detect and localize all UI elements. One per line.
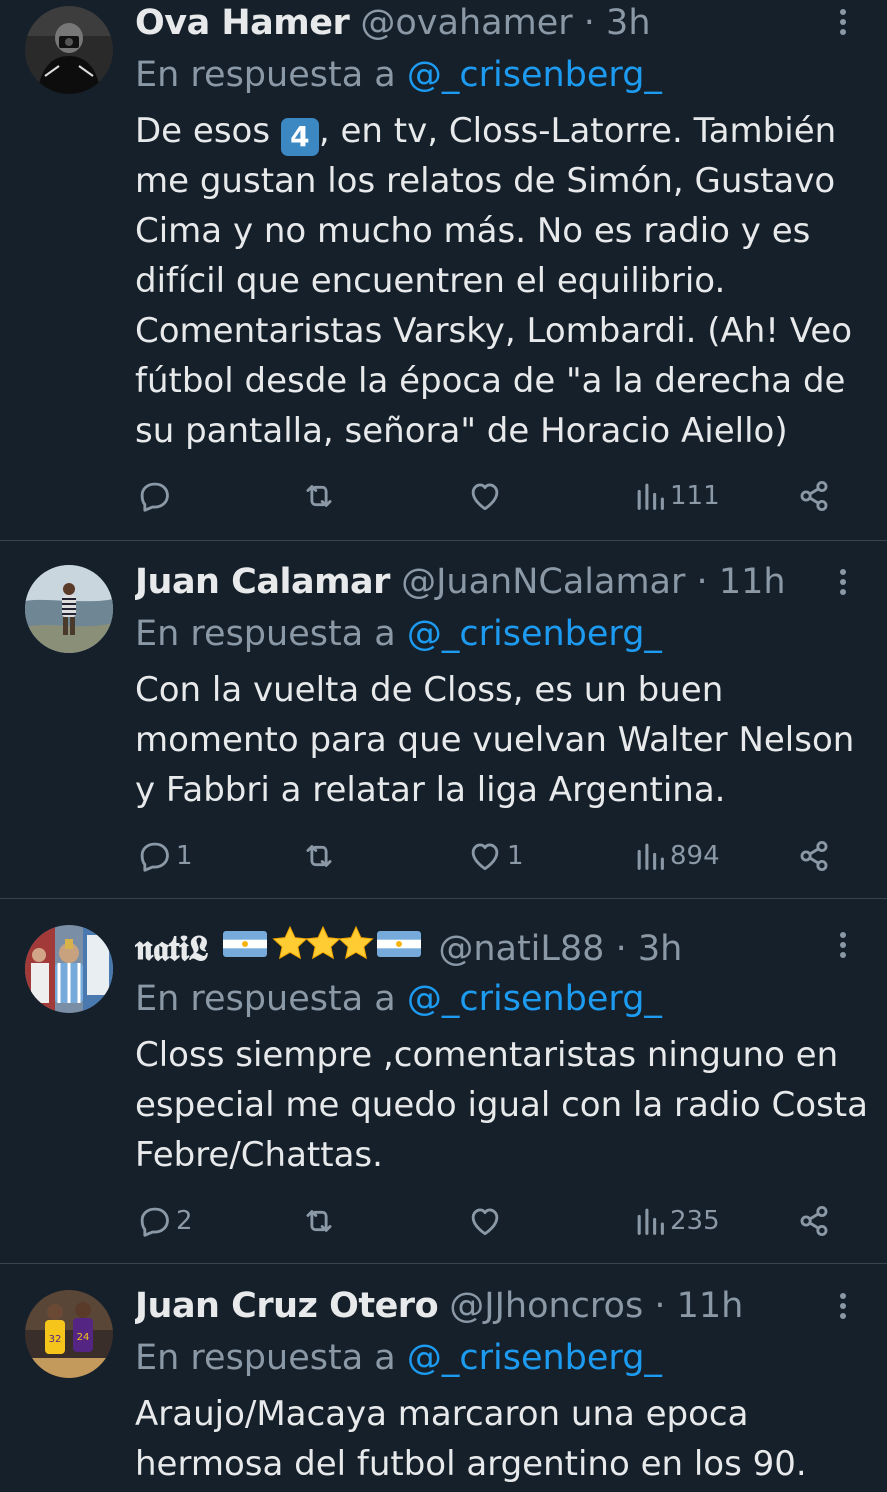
- views-button[interactable]: 111: [633, 474, 720, 518]
- timestamp[interactable]: 3h: [606, 3, 650, 43]
- more-options-icon[interactable]: [831, 1286, 855, 1326]
- tweet-header: Juan Calamar @JuanNCalamar · 11h: [135, 559, 817, 605]
- display-name[interactable]: Juan Cruz Otero: [135, 1286, 439, 1326]
- views-button[interactable]: 894: [633, 834, 720, 878]
- reply-context: En respuesta a @_crisenberg_: [135, 52, 662, 98]
- timestamp[interactable]: 11h: [677, 1286, 744, 1326]
- tweet-header: 𝖓𝖆𝖙𝖎𝕷 @natiL88 · 3h: [135, 925, 817, 971]
- reply-context: En respuesta a @_crisenberg_: [135, 1335, 662, 1381]
- svg-text:32: 32: [49, 1334, 62, 1345]
- reply-mention[interactable]: @_crisenberg_: [407, 614, 662, 654]
- tweet-text: Araujo/Macaya marcaron una epoca hermosa…: [135, 1394, 807, 1484]
- views-icon: [633, 1202, 667, 1240]
- timestamp[interactable]: 3h: [638, 929, 682, 969]
- more-options-icon[interactable]: [831, 2, 855, 42]
- user-handle[interactable]: @JuanNCalamar: [401, 562, 685, 602]
- reply-count: 1: [176, 841, 193, 871]
- reply-context: En respuesta a @_crisenberg_: [135, 611, 662, 657]
- avatar[interactable]: [25, 6, 113, 94]
- separator-dot: ·: [583, 3, 595, 43]
- tweet-text-rest: , en tv, Closs-Latorre. También me gusta…: [135, 111, 853, 451]
- reply-prefix: En respuesta a: [135, 979, 407, 1019]
- share-icon: [795, 477, 833, 515]
- name-emoji-flags: [223, 925, 423, 971]
- reply-icon: [135, 477, 173, 515]
- action-bar: 1 1 894: [135, 834, 855, 878]
- star-icon: [272, 925, 308, 960]
- share-button[interactable]: [795, 834, 833, 878]
- separator-dot: ·: [654, 1286, 666, 1326]
- views-icon: [633, 477, 667, 515]
- more-options-icon[interactable]: [831, 562, 855, 602]
- views-count: 235: [670, 1206, 720, 1236]
- timestamp[interactable]: 11h: [719, 562, 786, 602]
- views-button[interactable]: 235: [633, 1199, 720, 1243]
- views-icon: [633, 837, 667, 875]
- more-options-icon[interactable]: [831, 925, 855, 965]
- tweet-text: Con la vuelta de Closs, es un buen momen…: [135, 670, 855, 810]
- reply-button[interactable]: 1: [135, 834, 193, 878]
- tweet-text-start: De esos: [135, 111, 281, 151]
- tweet[interactable]: Ova Hamer @ovahamer · 3h En respuesta a …: [0, 0, 887, 540]
- retweet-icon: [300, 837, 338, 875]
- tweet[interactable]: 32 24 Juan Cruz Otero @JJhoncros · 11h E…: [0, 1264, 887, 1492]
- like-button[interactable]: [466, 1199, 507, 1243]
- retweet-button[interactable]: [300, 834, 341, 878]
- like-icon: [466, 1202, 504, 1240]
- separator-dot: ·: [696, 562, 708, 602]
- retweet-button[interactable]: [300, 474, 341, 518]
- avatar[interactable]: [25, 925, 113, 1013]
- reply-button[interactable]: [135, 474, 176, 518]
- user-handle[interactable]: @JJhoncros: [449, 1286, 643, 1326]
- reply-count: 2: [176, 1206, 193, 1236]
- views-count: 111: [670, 481, 720, 511]
- like-button[interactable]: 1: [466, 834, 524, 878]
- reply-prefix: En respuesta a: [135, 55, 407, 95]
- views-count: 894: [670, 841, 720, 871]
- reply-mention[interactable]: @_crisenberg_: [407, 979, 662, 1019]
- like-count: 1: [507, 841, 524, 871]
- display-name[interactable]: Ova Hamer: [135, 3, 350, 43]
- retweet-icon: [300, 477, 338, 515]
- share-button[interactable]: [795, 474, 833, 518]
- user-handle[interactable]: @natiL88: [438, 929, 604, 969]
- reply-mention[interactable]: @_crisenberg_: [407, 1338, 662, 1378]
- user-handle[interactable]: @ovahamer: [360, 3, 572, 43]
- reply-prefix: En respuesta a: [135, 614, 407, 654]
- argentina-flag-icon: [223, 931, 268, 957]
- keycap-emoji: 4: [280, 118, 319, 156]
- display-name[interactable]: Juan Calamar: [135, 562, 390, 602]
- action-bar: 111: [135, 474, 855, 518]
- reply-icon: [135, 1202, 173, 1240]
- like-icon: [466, 837, 504, 875]
- tweet-text: Closs siempre ,comentaristas ninguno en …: [135, 1035, 868, 1175]
- tweet-header: Ova Hamer @ovahamer · 3h: [135, 0, 817, 46]
- share-icon: [795, 837, 833, 875]
- tweet[interactable]: Juan Calamar @JuanNCalamar · 11h En resp…: [0, 541, 887, 898]
- reply-prefix: En respuesta a: [135, 1338, 407, 1378]
- avatar[interactable]: [25, 565, 113, 653]
- argentina-flag-icon: [377, 931, 422, 957]
- avatar[interactable]: 32 24: [25, 1290, 113, 1378]
- replies-feed: Ova Hamer @ovahamer · 3h En respuesta a …: [0, 0, 887, 1492]
- separator-dot: ·: [615, 929, 627, 969]
- retweet-button[interactable]: [300, 1199, 341, 1243]
- tweet[interactable]: 𝖓𝖆𝖙𝖎𝕷 @natiL88 · 3h En respuesta a @_cri…: [0, 899, 887, 1263]
- like-button[interactable]: [466, 474, 507, 518]
- svg-text:24: 24: [77, 1332, 90, 1343]
- tweet-text: De esos 4, en tv, Closs-Latorre. También…: [135, 106, 870, 456]
- star-icon: [305, 925, 341, 960]
- like-icon: [466, 477, 504, 515]
- reply-icon: [135, 837, 173, 875]
- reply-button[interactable]: 2: [135, 1199, 193, 1243]
- share-icon: [795, 1202, 833, 1240]
- display-name[interactable]: 𝖓𝖆𝖙𝖎𝕷: [135, 929, 209, 969]
- share-button[interactable]: [795, 1199, 833, 1243]
- tweet-header: Juan Cruz Otero @JJhoncros · 11h: [135, 1283, 817, 1329]
- reply-mention[interactable]: @_crisenberg_: [407, 55, 662, 95]
- reply-context: En respuesta a @_crisenberg_: [135, 976, 662, 1022]
- action-bar: 2 235: [135, 1199, 855, 1243]
- retweet-icon: [300, 1202, 338, 1240]
- star-icon: [338, 925, 374, 960]
